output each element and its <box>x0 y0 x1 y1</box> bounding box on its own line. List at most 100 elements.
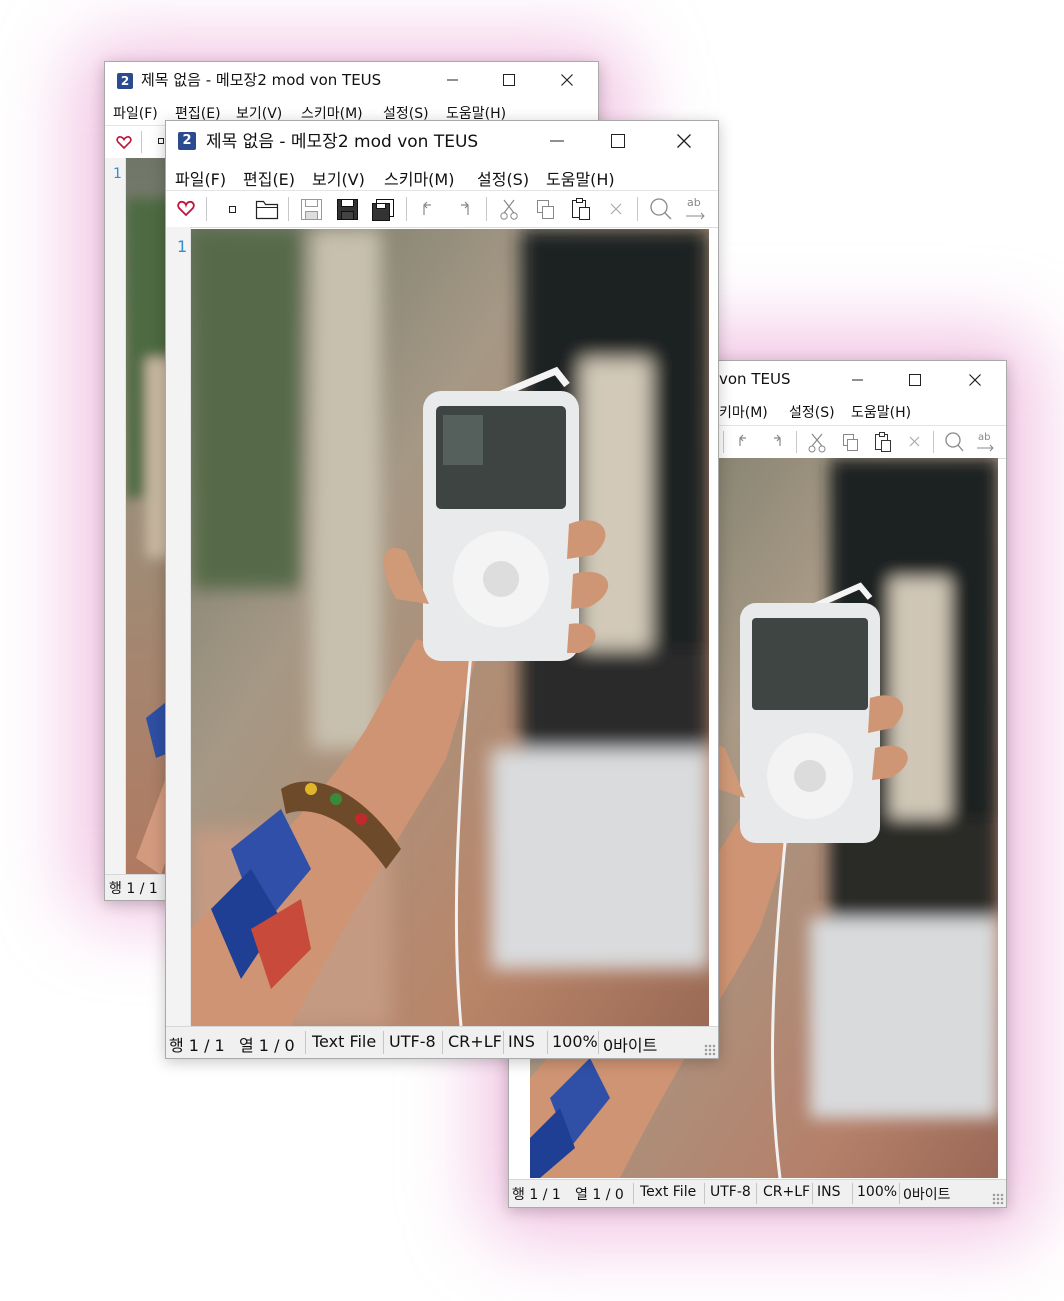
replace-button[interactable]: ab <box>971 426 1001 458</box>
status-size: 0바이트 <box>603 1036 658 1055</box>
undo-icon <box>423 201 431 215</box>
toolbar-separator <box>933 431 934 453</box>
save-icon <box>337 199 358 220</box>
replace-icon: ab <box>686 196 705 220</box>
title-bar[interactable]: 2 제목 없음 - 메모장2 mod von TEUS <box>105 62 598 98</box>
menu-help[interactable]: 도움말(H) <box>546 166 615 190</box>
find-button[interactable] <box>644 191 676 227</box>
redo-button[interactable] <box>450 191 478 227</box>
status-zoom[interactable]: 100% <box>857 1184 897 1200</box>
status-encoding[interactable]: UTF-8 <box>710 1184 751 1200</box>
status-separator <box>899 1183 900 1204</box>
close-button[interactable] <box>953 361 997 397</box>
status-zoom[interactable]: 100% <box>552 1032 598 1051</box>
copy-button[interactable] <box>530 191 560 227</box>
save-disabled-button[interactable] <box>296 191 326 227</box>
menu-help[interactable]: 도움말(H) <box>851 402 911 422</box>
toolbar-separator <box>637 197 638 221</box>
undo-button[interactable] <box>731 426 757 458</box>
status-separator <box>756 1183 757 1204</box>
copy-button[interactable] <box>836 426 864 458</box>
save-as-button[interactable] <box>368 191 398 227</box>
favorite-icon <box>116 136 132 150</box>
close-button[interactable] <box>660 121 708 161</box>
menu-scheme[interactable]: 스키마(M) <box>384 166 454 190</box>
undo-button[interactable] <box>414 191 442 227</box>
toolbar-separator <box>486 197 487 221</box>
close-button[interactable] <box>545 62 589 98</box>
line-number-gutter: 1 <box>166 227 191 1027</box>
window-title: 제목 없음 - 메모장2 mod von TEUS <box>141 71 382 89</box>
status-separator <box>852 1183 853 1204</box>
find-button[interactable] <box>939 426 969 458</box>
save-button[interactable] <box>332 191 362 227</box>
menu-scheme[interactable]: 키마(M) <box>719 402 768 422</box>
delete-button[interactable] <box>902 426 928 458</box>
status-insert-mode[interactable]: INS <box>508 1032 535 1051</box>
redo-button[interactable] <box>763 426 789 458</box>
menu-view[interactable]: 보기(V) <box>312 166 365 190</box>
toolbar-separator <box>206 197 207 221</box>
status-bar: 행 1 / 1 열 1 / 0 Text File UTF-8 CR+LF IN… <box>166 1026 718 1058</box>
status-line-ending[interactable]: CR+LF <box>763 1184 810 1200</box>
maximize-button[interactable] <box>594 121 642 161</box>
status-row: 행 1 / 1 <box>512 1187 561 1203</box>
resize-grip[interactable] <box>992 1193 1004 1205</box>
status-file-type[interactable]: Text File <box>640 1184 696 1200</box>
close-icon <box>969 374 981 386</box>
svg-text:ab: ab <box>687 196 701 209</box>
maximize-button[interactable] <box>486 62 530 98</box>
copy-icon <box>537 200 554 219</box>
open-button[interactable] <box>252 191 282 227</box>
status-separator <box>503 1031 504 1054</box>
replace-icon: ab <box>977 432 994 452</box>
status-encoding[interactable]: UTF-8 <box>389 1032 436 1051</box>
close-icon <box>677 134 691 148</box>
menu-settings[interactable]: 설정(S) <box>789 402 835 422</box>
toolbar-separator <box>723 431 724 453</box>
paste-button[interactable] <box>566 191 596 227</box>
title-bar[interactable]: 2 제목 없음 - 메모장2 mod von TEUS <box>166 121 718 161</box>
toolbar-separator <box>796 431 797 453</box>
menu-file[interactable]: 파일(F) <box>175 166 226 190</box>
status-line-ending[interactable]: CR+LF <box>448 1032 502 1051</box>
paste-icon <box>875 432 891 452</box>
window-title: 제목 없음 - 메모장2 mod von TEUS <box>206 132 479 152</box>
cut-icon <box>808 433 826 453</box>
favorite-button[interactable] <box>174 191 198 227</box>
new-button[interactable] <box>220 191 244 227</box>
menu-edit[interactable]: 편집(E) <box>243 166 295 190</box>
resize-grip[interactable] <box>704 1044 716 1056</box>
toolbar-separator <box>141 131 142 153</box>
replace-button[interactable]: ab <box>680 191 712 227</box>
status-separator <box>812 1183 813 1204</box>
status-column: 열 1 / 0 <box>239 1036 295 1055</box>
minimize-button[interactable] <box>532 121 580 161</box>
status-insert-mode[interactable]: INS <box>817 1184 841 1200</box>
status-separator <box>305 1031 306 1054</box>
maximize-icon <box>503 74 515 86</box>
toolbar-separator <box>406 197 407 221</box>
status-row: 행 1 / 1 <box>109 881 158 897</box>
delete-icon <box>610 203 622 215</box>
find-icon <box>650 198 672 220</box>
maximize-button[interactable] <box>893 361 937 397</box>
find-icon <box>945 432 964 452</box>
editor-area[interactable] <box>191 229 709 1026</box>
cut-button[interactable] <box>803 426 831 458</box>
delete-icon <box>909 436 920 447</box>
cut-button[interactable] <box>494 191 524 227</box>
paste-button[interactable] <box>869 426 897 458</box>
minimize-icon <box>550 140 564 142</box>
app-icon: 2 <box>117 73 133 89</box>
menu-file[interactable]: 파일(F) <box>113 103 158 123</box>
status-file-type[interactable]: Text File <box>312 1032 376 1051</box>
minimize-button[interactable] <box>835 361 879 397</box>
minimize-button[interactable] <box>430 62 474 98</box>
delete-button[interactable] <box>602 191 630 227</box>
favorite-button[interactable] <box>113 126 135 158</box>
redo-icon <box>461 201 469 215</box>
open-icon <box>255 200 279 220</box>
menu-settings[interactable]: 설정(S) <box>477 166 529 190</box>
line-number: 1 <box>113 166 122 182</box>
